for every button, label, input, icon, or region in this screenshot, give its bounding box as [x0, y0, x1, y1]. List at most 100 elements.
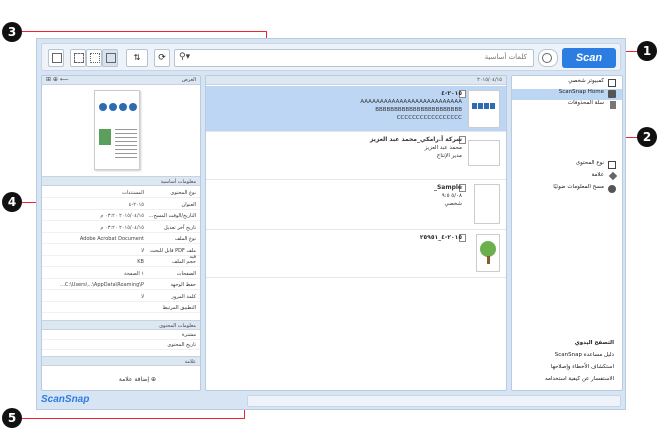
list-item[interactable]: Sample_ ٥/٠٨ ٩:٥ شخصي	[206, 180, 506, 230]
prop-row: كلمة المرور لا	[42, 292, 200, 302]
prop-value: ٢٠١٥-٤	[128, 201, 144, 208]
prop-value: Adobe Acrobat Document	[79, 236, 144, 242]
prop-label: العنوان	[181, 201, 196, 208]
prop-value: المستندات	[121, 190, 144, 196]
refresh-button[interactable]: ⟳	[154, 49, 170, 67]
search-placeholder: كلمات أساسية	[484, 53, 527, 61]
receipt-thumbnail	[474, 184, 500, 224]
prop-row: الصفحات ١ الصفحة	[42, 269, 200, 279]
properties-panel: العرض ⟵ ⊕ ⊞ معلومات أساسية نوع المحتوى ال…	[41, 75, 201, 391]
prop-value: C:\Users\...\AppData\Roaming\P...	[60, 282, 144, 288]
prop-row: ملف PDF قابل للبحث فيه لا	[42, 246, 200, 260]
prop-row: تاريخ آخر تعديل ٢٠١٥/٠٤/١٥ ٠٣:٢٠ م	[42, 223, 200, 233]
prop-value: KB	[137, 259, 144, 265]
list-item[interactable]: شركة أ.رامكي_محمد عبد العزيز محمد عبد ال…	[206, 132, 506, 180]
detail-view-button[interactable]	[102, 49, 118, 67]
trash-icon	[610, 101, 616, 109]
item-text: ٢٠١٥-٤ AAAAAAAAAAAAAAAAAAAAAAAAAA BBBBBB…	[360, 90, 462, 121]
preview-image	[99, 129, 111, 145]
prop-row: التطبيق المرتبط	[42, 303, 200, 313]
business-card-thumbnail	[468, 140, 500, 166]
prop-row: نوع المحتوى المستندات	[42, 188, 200, 198]
list-view-button[interactable]	[70, 49, 86, 67]
nav-item-scansnap-home[interactable]: ScanSnap Home	[512, 89, 622, 100]
nav-item-scan-info[interactable]: مسح المعلومات ضوئيًا	[512, 184, 622, 195]
layout-icon	[52, 53, 62, 63]
callout-5: 5	[2, 408, 22, 428]
tag-section[interactable]: علامة	[42, 356, 200, 366]
prop-value: ١ الصفحة	[124, 270, 144, 277]
document-type-icon	[608, 161, 616, 169]
callout-1: 1	[637, 41, 657, 61]
preview-chart-2	[109, 103, 117, 111]
navigation-panel: كمبيوتر شخصي ScanSnap Home سلة المحذوفات…	[511, 75, 623, 391]
document-preview[interactable]	[94, 90, 140, 170]
callout-2: 2	[637, 127, 657, 147]
callout-3: 3	[2, 22, 22, 42]
help-link-faq[interactable]: الاستفسار عن كيفية استخدامه	[512, 376, 622, 382]
prop-row: مشترة	[42, 330, 200, 340]
callout-4: 4	[2, 192, 22, 212]
prop-label: الصفحات	[176, 270, 196, 277]
details-icon	[106, 53, 116, 63]
item-text: شركة أ.رامكي_محمد عبد العزيز محمد عبد ال…	[369, 136, 462, 159]
prop-value: لا	[141, 293, 144, 300]
prop-label: نوع الملف	[174, 236, 196, 242]
help-title: التصفح اليدوي	[574, 340, 614, 346]
prop-label: حجم الملف	[172, 259, 196, 265]
prop-label: نوع المحتوى	[170, 190, 196, 196]
thumb-chart-icon	[472, 103, 496, 109]
list-item[interactable]: ٢٠١٥-٤_٢٥٩٥١	[206, 230, 506, 278]
grid-icon	[90, 53, 100, 63]
search-input[interactable]: ▾⚲ كلمات أساسية	[174, 49, 534, 67]
view-mode-button[interactable]	[538, 49, 558, 67]
help-link-troubleshooting[interactable]: استكشاف الأخطاء وإصلاحها	[512, 364, 622, 370]
preview-chart-1	[99, 103, 107, 111]
sort-icon: ⇅	[133, 53, 141, 62]
prop-label: كلمة المرور	[171, 293, 196, 300]
search-icon: ▾⚲	[179, 52, 191, 62]
grid-view-button[interactable]	[86, 49, 102, 67]
preview-chart-4	[129, 103, 137, 111]
nav-item-content-type[interactable]: نوع المحتوى	[512, 160, 622, 171]
list-icon	[74, 53, 84, 63]
collapse-icon: ⟵ ⊕ ⊞	[46, 76, 69, 83]
prop-value: ٢٠١٥/٠٤/١٥ ٠٣:٢٠ م	[100, 213, 144, 219]
prop-row: العنوان ٢٠١٥-٤	[42, 200, 200, 210]
scansnap-home-window: ⇅ ⟳ ▾⚲ كلمات أساسية Scan العرض ⟵ ⊕ ⊞ معل…	[36, 38, 626, 410]
prop-row: حفظ الوجهة C:\Users\...\AppData\Roaming\P…	[42, 280, 200, 290]
scansnap-logo: ScanSnap	[41, 394, 90, 405]
list-item[interactable]: ٢٠١٥-٤ AAAAAAAAAAAAAAAAAAAAAAAAAA BBBBBB…	[206, 86, 506, 132]
preview-header[interactable]: العرض ⟵ ⊕ ⊞	[42, 76, 200, 85]
help-link-guide[interactable]: دليل مساعدة ScanSnap	[512, 352, 622, 358]
eye-icon	[542, 53, 552, 63]
photo-thumbnail	[476, 234, 500, 272]
preview-text	[115, 129, 137, 159]
add-icon: ⊕	[149, 376, 156, 383]
prop-row: التاريخ/الوقت المسح... ٢٠١٥/٠٤/١٥ ٠٣:٢٠ م	[42, 211, 200, 221]
item-text: Sample_ ٥/٠٨ ٩:٥ شخصي	[433, 184, 462, 207]
add-tag-button[interactable]: ⊕ إضافة علامة	[42, 376, 200, 383]
nav-item-computer[interactable]: كمبيوتر شخصي	[512, 78, 622, 89]
sort-button[interactable]: ⇅	[126, 49, 148, 67]
status-bar	[247, 395, 621, 407]
scan-button[interactable]: Scan	[562, 48, 616, 68]
basic-info-section[interactable]: معلومات أساسية	[42, 176, 200, 186]
tag-icon	[608, 171, 618, 181]
layout-toggle-button[interactable]	[48, 49, 64, 67]
home-icon	[608, 90, 616, 98]
prop-label: تاريخ آخر تعديل	[164, 224, 196, 231]
nav-item-tag[interactable]: علامة	[512, 171, 622, 183]
computer-icon	[608, 79, 616, 87]
prop-row: نوع الملف Adobe Acrobat Document	[42, 234, 200, 244]
document-thumbnail	[468, 90, 500, 128]
tree-trunk	[487, 256, 490, 264]
nav-item-trash[interactable]: سلة المحذوفات	[512, 100, 622, 111]
prop-value: لا	[141, 247, 144, 254]
content-info-section[interactable]: معلومات المحتوى	[42, 320, 200, 330]
refresh-icon: ⟳	[158, 53, 166, 63]
prop-label: التاريخ/الوقت المسح...	[148, 213, 196, 219]
content-list-header: ٢٠١٥/٠٤/١٥	[206, 76, 506, 85]
prop-value: ٢٠١٥/٠٤/١٥ ٠٣:٢٠ م	[100, 224, 144, 231]
prop-label: التطبيق المرتبط	[162, 305, 196, 311]
